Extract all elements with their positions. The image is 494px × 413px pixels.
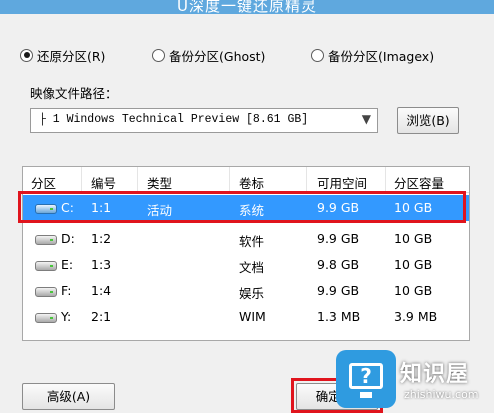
column-divider [306, 167, 307, 193]
watermark-name: 知识屋 [400, 362, 470, 387]
column-header-free-space[interactable]: 可用空间 [317, 173, 367, 192]
cell-id: 1:3 [91, 257, 112, 272]
cell-id: 1:4 [91, 283, 112, 298]
radio-label: 还原分区(R) [37, 48, 106, 64]
radio-backup-ghost[interactable]: 备份分区(Ghost) [152, 44, 265, 66]
cell-capacity: 10 GB [394, 200, 433, 215]
title-bar: U深度一键还原精灵 [0, 0, 494, 14]
cell-volume-label: 娱乐 [239, 286, 265, 301]
watermark-url: zhishiwu.com [404, 388, 479, 401]
cell-drive: Y: [61, 309, 72, 324]
cell-drive: C: [61, 200, 74, 215]
table-row[interactable]: C: 1:1 活动 系统 9.9 GB 10 GB [23, 195, 469, 221]
hard-drive-icon [35, 313, 57, 323]
cell-type: 活动 [147, 203, 173, 218]
column-header-type[interactable]: 类型 [147, 173, 172, 192]
radio-button-icon[interactable] [311, 48, 324, 62]
column-header-volume-label[interactable]: 卷标 [239, 173, 264, 192]
table-row[interactable]: Y: 2:1 WIM 1.3 MB 3.9 MB [23, 304, 469, 330]
column-header-partition[interactable]: 分区 [31, 173, 56, 192]
cell-free-space: 1.3 MB [317, 309, 361, 324]
cell-free-space: 9.9 GB [317, 283, 360, 298]
hard-drive-icon [35, 204, 57, 214]
cell-capacity: 10 GB [394, 283, 433, 298]
column-divider [137, 167, 138, 193]
cell-free-space: 9.9 GB [317, 231, 360, 246]
advanced-button[interactable]: 高级(A) [22, 383, 115, 410]
chevron-down-icon[interactable]: ▼ [362, 112, 371, 126]
radio-backup-imagex[interactable]: 备份分区(Imagex) [311, 44, 434, 66]
table-row[interactable]: E: 1:3 文档 9.8 GB 10 GB [23, 252, 469, 278]
cell-drive: E: [61, 257, 74, 272]
cell-id: 1:1 [91, 200, 112, 215]
radio-button-icon[interactable] [20, 48, 33, 62]
radio-restore-partition[interactable]: 还原分区(R) [20, 44, 105, 66]
partition-table: 分区 编号 类型 卷标 可用空间 分区容量 C: 1:1 活动 系统 9.9 G… [22, 166, 470, 341]
image-path-value: ├ 1 Windows Technical Preview [8.61 GB] [39, 113, 309, 126]
cell-volume-label: 系统 [239, 203, 265, 218]
cell-drive: D: [61, 231, 75, 246]
radio-button-icon[interactable] [152, 48, 165, 62]
cell-capacity: 3.9 MB [394, 309, 438, 324]
table-header: 分区 编号 类型 卷标 可用空间 分区容量 [23, 167, 469, 193]
cell-capacity: 10 GB [394, 231, 433, 246]
cell-id: 2:1 [91, 309, 112, 324]
radio-label: 备份分区(Imagex) [328, 48, 435, 64]
column-divider [229, 167, 230, 193]
column-header-capacity[interactable]: 分区容量 [394, 173, 444, 192]
cell-capacity: 10 GB [394, 257, 433, 272]
window-title: U深度一键还原精灵 [177, 0, 317, 14]
cell-volume-label: WIM [239, 309, 266, 324]
cell-drive: F: [61, 283, 72, 298]
column-divider [385, 167, 386, 193]
table-row[interactable]: D: 1:2 软件 9.9 GB 10 GB [23, 226, 469, 252]
cell-volume-label: 文档 [239, 260, 265, 275]
watermark: ? 知识屋 zhishiwu.com [336, 342, 494, 413]
hard-drive-icon [35, 261, 57, 271]
image-path-label: 映像文件路径： [30, 86, 118, 101]
cell-free-space: 9.9 GB [317, 200, 360, 215]
cell-id: 1:2 [91, 231, 112, 246]
monitor-question-icon: ? [336, 350, 396, 408]
table-row[interactable]: F: 1:4 娱乐 9.9 GB 10 GB [23, 278, 469, 304]
hard-drive-icon [35, 287, 57, 297]
column-header-id[interactable]: 编号 [91, 173, 116, 192]
radio-label: 备份分区(Ghost) [169, 48, 266, 64]
browse-button[interactable]: 浏览(B) [397, 107, 459, 134]
cell-free-space: 9.8 GB [317, 257, 360, 272]
mode-options: 还原分区(R) 备份分区(Ghost) 备份分区(Imagex) [20, 44, 494, 66]
column-divider [81, 167, 82, 193]
image-path-select[interactable]: ├ 1 Windows Technical Preview [8.61 GB] … [30, 108, 378, 133]
cell-volume-label: 软件 [239, 234, 265, 249]
hard-drive-icon [35, 235, 57, 245]
